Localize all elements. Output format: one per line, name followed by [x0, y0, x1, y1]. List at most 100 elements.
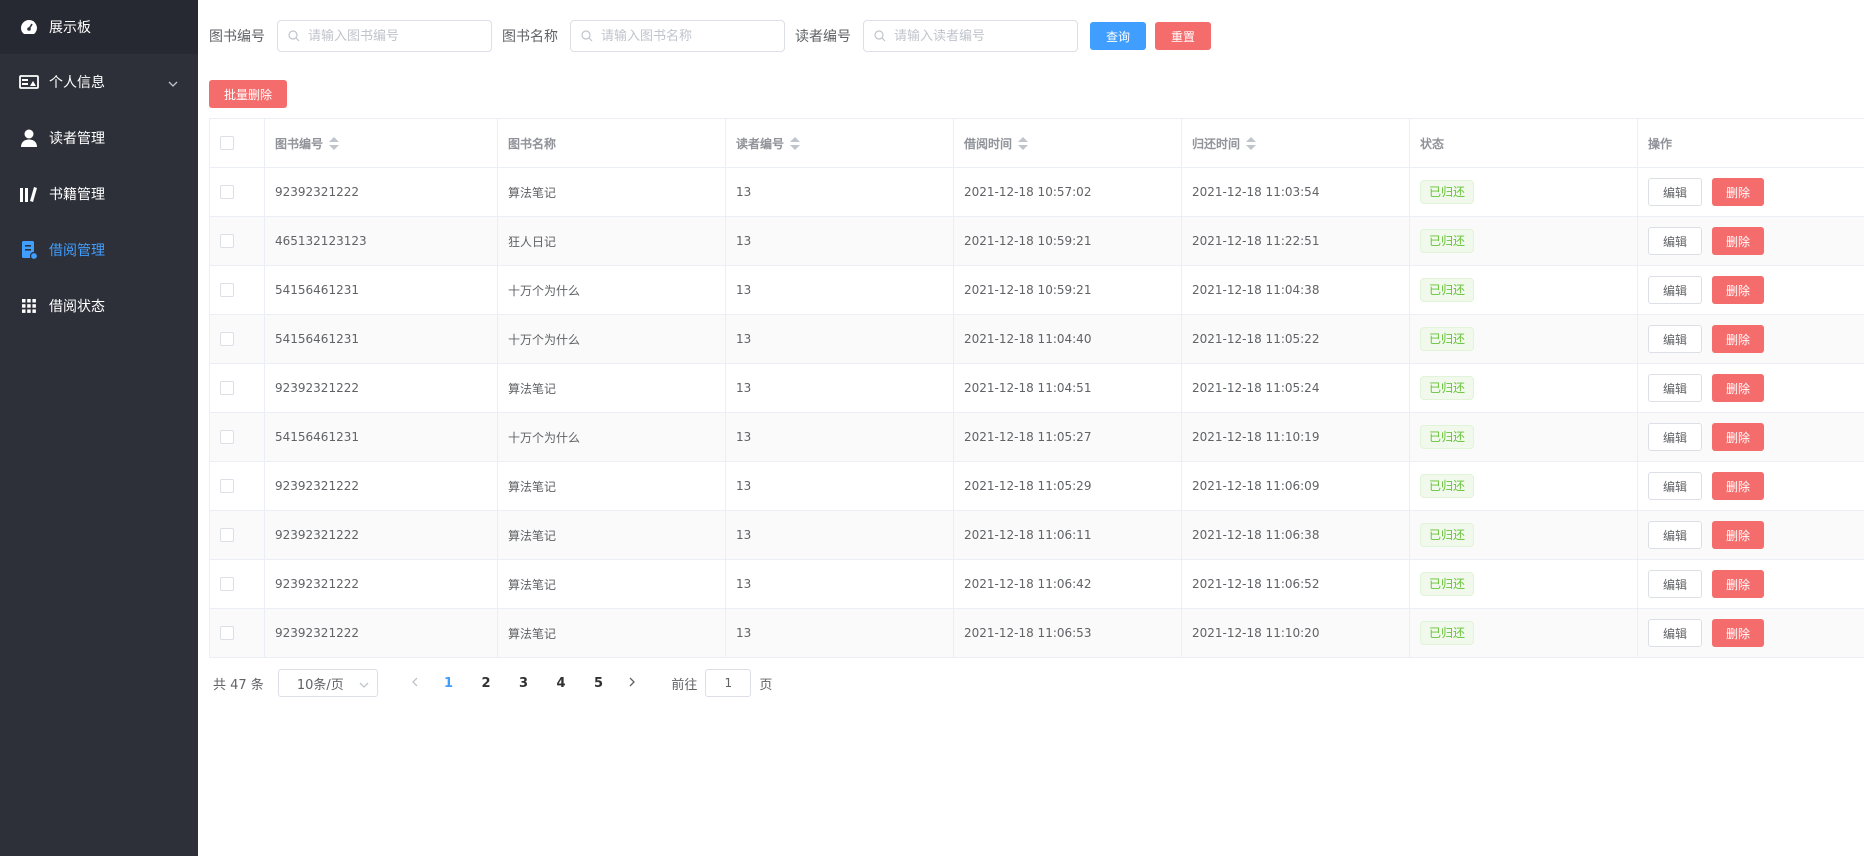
status-badge: 已归还 [1420, 572, 1475, 596]
cell-actions: 编辑 删除 [1637, 314, 1864, 364]
batch-delete-button[interactable]: 批量删除 [209, 80, 288, 108]
borrow-icon [19, 240, 39, 260]
page-button-1[interactable]: 1 [430, 676, 468, 691]
next-page-button[interactable] [617, 676, 647, 691]
header-reader-no[interactable]: 读者编号 [725, 118, 954, 168]
sort-icon[interactable] [329, 137, 340, 151]
delete-button[interactable]: 删除 [1712, 472, 1765, 500]
cell-book-no: 465132123123 [264, 216, 498, 266]
cell-borrow-time: 2021-12-18 11:06:53 [953, 608, 1182, 658]
sidebar-item-dashboard[interactable]: 展示板 [0, 0, 198, 54]
delete-button[interactable]: 删除 [1712, 276, 1765, 304]
edit-button[interactable]: 编辑 [1648, 325, 1703, 353]
row-checkbox[interactable] [220, 234, 234, 249]
status-badge: 已归还 [1420, 180, 1475, 204]
cell-actions: 编辑 删除 [1637, 412, 1864, 462]
select-all-checkbox[interactable] [220, 136, 234, 151]
cell-reader-no: 13 [725, 608, 954, 658]
cell-book-name: 算法笔记 [497, 559, 726, 609]
delete-button[interactable]: 删除 [1712, 619, 1765, 647]
row-checkbox[interactable] [220, 332, 234, 347]
book-name-input[interactable] [601, 28, 781, 44]
cell-reader-no: 13 [725, 412, 954, 462]
book-name-field[interactable] [570, 20, 785, 52]
row-checkbox[interactable] [220, 185, 234, 200]
row-checkbox[interactable] [220, 479, 234, 494]
status-badge: 已归还 [1420, 621, 1475, 645]
table-row: 54156461231 十万个为什么 13 2021-12-18 11:04:40 20… [209, 314, 1864, 364]
query-button[interactable]: 查询 [1090, 22, 1147, 50]
edit-button[interactable]: 编辑 [1648, 472, 1703, 500]
edit-button[interactable]: 编辑 [1648, 276, 1703, 304]
delete-button[interactable]: 删除 [1712, 227, 1765, 255]
row-checkbox[interactable] [220, 626, 234, 641]
cell-actions: 编辑 删除 [1637, 363, 1864, 413]
table-row: 54156461231 十万个为什么 13 2021-12-18 10:59:21 20… [209, 265, 1864, 315]
row-checkbox[interactable] [220, 283, 234, 298]
sort-icon[interactable] [790, 137, 801, 151]
sidebar-item-books[interactable]: 书籍管理 [0, 166, 198, 222]
cell-status: 已归还 [1409, 167, 1638, 217]
header-book-name: 图书名称 [497, 118, 726, 168]
edit-button[interactable]: 编辑 [1648, 570, 1703, 598]
edit-button[interactable]: 编辑 [1648, 521, 1703, 549]
row-select-cell [209, 510, 265, 560]
delete-button[interactable]: 删除 [1712, 178, 1765, 206]
row-select-cell [209, 608, 265, 658]
cell-actions: 编辑 删除 [1637, 608, 1864, 658]
delete-button[interactable]: 删除 [1712, 423, 1765, 451]
delete-button[interactable]: 删除 [1712, 570, 1765, 598]
row-select-cell [209, 265, 265, 315]
book-no-input[interactable] [308, 28, 488, 44]
header-return-time[interactable]: 归还时间 [1181, 118, 1410, 168]
grid-icon [19, 296, 39, 316]
delete-button[interactable]: 删除 [1712, 521, 1765, 549]
edit-button[interactable]: 编辑 [1648, 178, 1703, 206]
status-badge: 已归还 [1420, 327, 1475, 351]
page-button-5[interactable]: 5 [580, 676, 618, 691]
reader-no-field[interactable] [863, 20, 1078, 52]
sidebar-item-borrow-management[interactable]: 借阅管理 [0, 222, 198, 278]
goto-suffix: 页 [759, 677, 773, 693]
row-checkbox[interactable] [220, 430, 234, 445]
cell-status: 已归还 [1409, 461, 1638, 511]
header-borrow-time[interactable]: 借阅时间 [953, 118, 1182, 168]
cell-book-no: 92392321222 [264, 167, 498, 217]
edit-button[interactable]: 编辑 [1648, 423, 1703, 451]
book-no-label: 图书编号 [209, 29, 265, 45]
delete-button[interactable]: 删除 [1712, 374, 1765, 402]
row-checkbox[interactable] [220, 528, 234, 543]
delete-button[interactable]: 删除 [1712, 325, 1765, 353]
page-button-3[interactable]: 3 [505, 676, 543, 691]
edit-button[interactable]: 编辑 [1648, 619, 1703, 647]
cell-book-name: 算法笔记 [497, 363, 726, 413]
search-icon [288, 27, 300, 46]
row-checkbox[interactable] [220, 381, 234, 396]
edit-button[interactable]: 编辑 [1648, 374, 1703, 402]
edit-button[interactable]: 编辑 [1648, 227, 1703, 255]
row-checkbox[interactable] [220, 577, 234, 592]
sort-icon[interactable] [1246, 137, 1257, 151]
book-no-field[interactable] [277, 20, 492, 52]
prev-page-button[interactable] [400, 676, 430, 691]
table-row: 92392321222 算法笔记 13 2021-12-18 11:04:51 2021… [209, 363, 1864, 413]
page-button-2[interactable]: 2 [467, 676, 505, 691]
cell-status: 已归还 [1409, 510, 1638, 560]
sidebar-item-personal-info[interactable]: 个人信息 [0, 54, 198, 110]
reset-button[interactable]: 重置 [1155, 22, 1212, 50]
table-row: 92392321222 算法笔记 13 2021-12-18 11:06:42 2021… [209, 559, 1864, 609]
sidebar-item-borrow-status[interactable]: 借阅状态 [0, 278, 198, 334]
sidebar-item-readers[interactable]: 读者管理 [0, 110, 198, 166]
header-book-no[interactable]: 图书编号 [264, 118, 498, 168]
sort-icon[interactable] [1018, 137, 1029, 151]
cell-reader-no: 13 [725, 461, 954, 511]
page-button-4[interactable]: 4 [542, 676, 580, 691]
goto-page-input[interactable] [705, 669, 752, 697]
reader-no-input[interactable] [894, 28, 1074, 44]
page-size-select[interactable]: 10条/页 [277, 669, 378, 697]
main-content: 图书编号 图书名称 读者编号 查询 重置 批量删除 图书编号 图书名称 [198, 0, 1864, 856]
table-row: 92392321222 算法笔记 13 2021-12-18 11:06:53 2021… [209, 608, 1864, 658]
chevron-down-icon [168, 76, 178, 92]
cell-status: 已归还 [1409, 216, 1638, 266]
cell-return-time: 2021-12-18 11:06:38 [1181, 510, 1410, 560]
